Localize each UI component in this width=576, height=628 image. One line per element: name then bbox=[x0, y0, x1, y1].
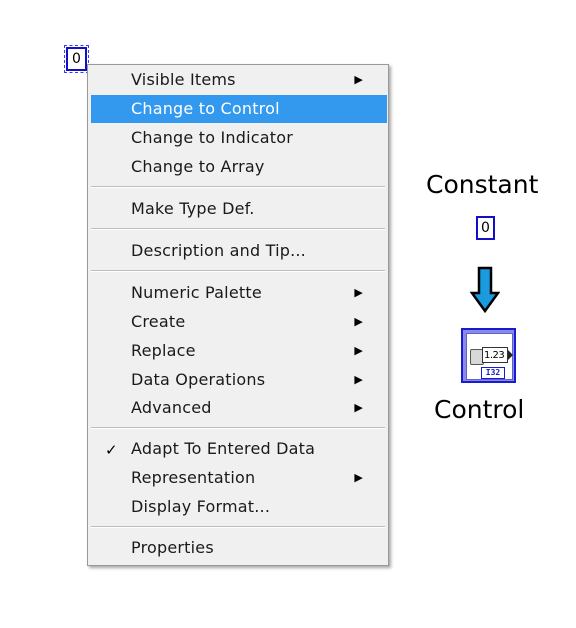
menu-item-label: Change to Indicator bbox=[131, 128, 293, 147]
menu-item-label: Numeric Palette bbox=[131, 283, 262, 302]
menu-item-create[interactable]: Create ▶ bbox=[91, 308, 387, 336]
numeric-control-terminal: 1.23 I32 bbox=[461, 328, 516, 383]
menu-item-label: Replace bbox=[131, 341, 196, 360]
menu-separator bbox=[91, 526, 385, 528]
menu-item-representation[interactable]: Representation ▶ bbox=[91, 464, 387, 492]
menu-item-make-type-def[interactable]: Make Type Def. bbox=[91, 195, 387, 223]
numeric-constant-value: 0 bbox=[72, 51, 81, 67]
submenu-arrow-icon: ▶ bbox=[354, 373, 363, 386]
menu-item-label: Representation bbox=[131, 468, 256, 487]
menu-item-description-and-tip[interactable]: Description and Tip... bbox=[91, 237, 387, 265]
menu-item-label: Advanced bbox=[131, 398, 212, 417]
menu-separator bbox=[91, 228, 385, 230]
menu-item-data-operations[interactable]: Data Operations ▶ bbox=[91, 366, 387, 394]
menu-item-adapt-to-entered-data[interactable]: ✓ Adapt To Entered Data bbox=[91, 435, 387, 463]
menu-item-label: Adapt To Entered Data bbox=[131, 439, 316, 458]
menu-item-label: Change to Control bbox=[131, 99, 280, 118]
menu-item-label: Data Operations bbox=[131, 370, 266, 389]
menu-item-display-format[interactable]: Display Format... bbox=[91, 493, 387, 521]
menu-item-change-to-control[interactable]: Change to Control bbox=[91, 95, 387, 123]
control-numeric-display: 1.23 bbox=[482, 347, 508, 363]
menu-item-change-to-array[interactable]: Change to Array bbox=[91, 153, 387, 181]
menu-item-label: Create bbox=[131, 312, 186, 331]
menu-item-visible-items[interactable]: Visible Items ▶ bbox=[91, 66, 387, 94]
control-terminal-face: 1.23 I32 bbox=[466, 333, 513, 380]
checkmark-icon: ✓ bbox=[105, 441, 118, 459]
menu-item-label: Properties bbox=[131, 538, 214, 557]
menu-item-label: Description and Tip... bbox=[131, 241, 306, 260]
menu-item-numeric-palette[interactable]: Numeric Palette ▶ bbox=[91, 279, 387, 307]
submenu-arrow-icon: ▶ bbox=[354, 401, 363, 414]
menu-item-advanced[interactable]: Advanced ▶ bbox=[91, 394, 387, 422]
submenu-arrow-icon: ▶ bbox=[354, 344, 363, 357]
menu-item-label: Make Type Def. bbox=[131, 199, 255, 218]
menu-item-label: Change to Array bbox=[131, 157, 265, 176]
down-arrow-icon bbox=[470, 266, 500, 314]
context-menu: Visible Items ▶ Change to Control Change… bbox=[87, 64, 389, 566]
data-type-badge: I32 bbox=[481, 367, 505, 379]
menu-item-change-to-indicator[interactable]: Change to Indicator bbox=[91, 124, 387, 152]
control-caption: Control bbox=[434, 395, 525, 424]
numeric-constant-example: 0 bbox=[476, 216, 495, 240]
menu-item-label: Visible Items bbox=[131, 70, 236, 89]
menu-separator bbox=[91, 427, 385, 429]
submenu-arrow-icon: ▶ bbox=[354, 73, 363, 86]
menu-item-properties[interactable]: Properties bbox=[91, 534, 387, 562]
numeric-constant-value: 0 bbox=[481, 220, 490, 236]
submenu-arrow-icon: ▶ bbox=[354, 471, 363, 484]
menu-item-label: Display Format... bbox=[131, 497, 271, 516]
submenu-arrow-icon: ▶ bbox=[354, 286, 363, 299]
submenu-arrow-icon: ▶ bbox=[354, 315, 363, 328]
menu-item-replace[interactable]: Replace ▶ bbox=[91, 337, 387, 365]
numeric-constant-selected[interactable]: 0 bbox=[64, 45, 89, 73]
stage: 0 Visible Items ▶ Change to Control Chan… bbox=[0, 0, 576, 628]
menu-separator bbox=[91, 186, 385, 188]
constant-caption: Constant bbox=[426, 170, 539, 199]
output-arrow-icon bbox=[508, 350, 513, 360]
menu-separator bbox=[91, 270, 385, 272]
